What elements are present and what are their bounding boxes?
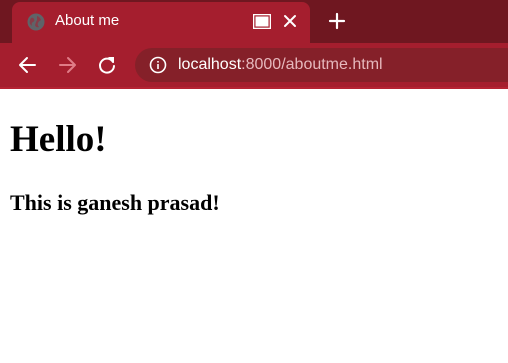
browser-toolbar: localhost:8000/aboutme.html — [0, 43, 508, 87]
page-heading: Hello! — [10, 119, 107, 160]
globe-icon — [27, 13, 45, 31]
info-icon[interactable] — [149, 56, 167, 74]
page-subheading: This is ganesh prasad! — [10, 190, 220, 215]
url-path: :8000/aboutme.html — [241, 56, 383, 73]
tab-about-me[interactable]: About me — [12, 2, 310, 43]
forward-arrow-icon[interactable] — [56, 54, 78, 76]
reload-icon[interactable] — [96, 54, 118, 76]
page-content: Hello! This is ganesh prasad! — [0, 89, 508, 363]
picture-in-picture-icon[interactable] — [253, 14, 271, 29]
url-host: localhost — [178, 56, 242, 73]
browser-window: About me localhost:8000/aboutme.html Hel… — [0, 0, 508, 363]
new-tab-button[interactable] — [328, 12, 346, 30]
address-bar[interactable]: localhost:8000/aboutme.html — [135, 48, 508, 82]
back-arrow-icon[interactable] — [17, 54, 39, 76]
close-tab-icon[interactable] — [282, 13, 298, 29]
url-text[interactable]: localhost:8000/aboutme.html — [178, 56, 383, 74]
tab-strip: About me — [0, 0, 508, 43]
tab-title: About me — [55, 12, 120, 29]
